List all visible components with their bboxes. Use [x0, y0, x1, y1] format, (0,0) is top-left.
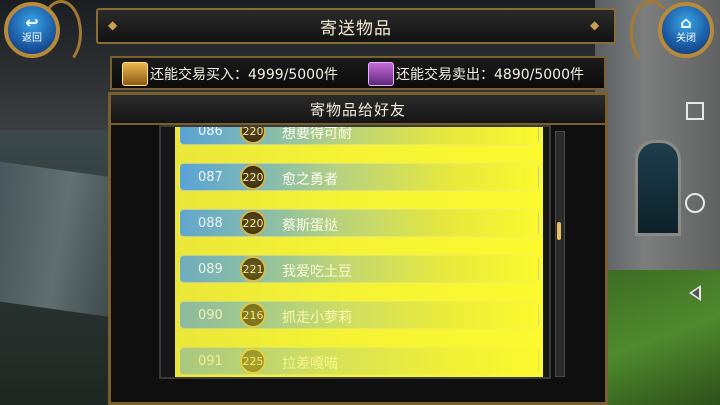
trade-buy-limit: 还能交易买入：4999/5000件: [122, 62, 338, 86]
trade-sell-text: 还能交易卖出：4890/5000件: [396, 67, 584, 83]
friend-number: 089: [198, 262, 223, 277]
friend-name: 抓走小萝莉: [282, 310, 352, 326]
back-button[interactable]: ↩ 返回: [4, 2, 60, 58]
panel-header: 寄物品给好友: [111, 95, 605, 125]
friend-level-badge: 216: [240, 302, 266, 328]
treasure-chest-icon: [122, 62, 148, 86]
system-nav-bar: [670, 0, 720, 405]
friend-level-badge: 225: [240, 348, 266, 374]
friend-number: 091: [198, 354, 223, 369]
circle-icon: [685, 193, 705, 213]
friend-row[interactable]: 088 220 蔡斯蛋挞: [179, 209, 539, 237]
friend-level-badge: 220: [240, 127, 266, 144]
back-arrow-icon: ↩: [25, 13, 39, 32]
friend-level-badge: 220: [240, 210, 266, 236]
friend-name: 我爱吃土豆: [282, 264, 352, 280]
friend-number: 088: [198, 216, 223, 231]
home-nav-button[interactable]: [680, 188, 710, 218]
friend-name: 愈之勇者: [282, 172, 338, 188]
square-icon: [686, 102, 704, 120]
friend-number: 086: [198, 127, 223, 139]
trade-sell-limit: 还能交易卖出：4890/5000件: [368, 62, 584, 86]
ornament-icon: ◆: [108, 18, 118, 32]
friend-list-frame: 086 220 想要得可耐 087 220 愈之勇者 088 220 蔡斯蛋挞 …: [159, 125, 551, 379]
merchant-icon: [368, 62, 394, 86]
recent-apps-button[interactable]: [680, 96, 710, 126]
friend-row[interactable]: 089 221 我爱吃土豆: [179, 255, 539, 283]
friend-list[interactable]: 086 220 想要得可耐 087 220 愈之勇者 088 220 蔡斯蛋挞 …: [175, 127, 543, 377]
friend-row[interactable]: 091 225 拉差嘎喵: [179, 347, 539, 375]
friend-list-scrollbar[interactable]: [555, 131, 565, 377]
friend-name: 想要得可耐: [282, 127, 352, 142]
scrollbar-thumb[interactable]: [557, 222, 561, 240]
send-to-friend-panel: 寄物品给好友 086 220 想要得可耐 087 220 愈之勇者 088 22…: [108, 92, 608, 405]
back-button-label: 返回: [22, 33, 42, 44]
panel-title: 寄物品给好友: [309, 100, 406, 119]
title-bar: ◆ 寄送物品 ◆: [96, 8, 616, 44]
friend-level-badge: 221: [240, 256, 266, 282]
page-title: 寄送物品: [320, 18, 392, 39]
ornament-icon: ◆: [590, 18, 600, 32]
friend-number: 087: [198, 170, 223, 185]
background-path: [0, 161, 120, 319]
friend-row[interactable]: 086 220 想要得可耐: [179, 127, 539, 145]
friend-row[interactable]: 087 220 愈之勇者: [179, 163, 539, 191]
back-nav-button[interactable]: [680, 278, 710, 308]
friend-level-badge: 220: [240, 164, 266, 190]
friend-name: 蔡斯蛋挞: [282, 218, 338, 234]
friend-name: 拉差嘎喵: [282, 356, 338, 372]
trade-limits-bar: 还能交易买入：4999/5000件 还能交易卖出：4890/5000件: [110, 56, 606, 90]
triangle-back-icon: [689, 285, 701, 301]
friend-number: 090: [198, 308, 223, 323]
friend-row[interactable]: 090 216 抓走小萝莉: [179, 301, 539, 329]
trade-buy-text: 还能交易买入：4999/5000件: [150, 67, 338, 83]
